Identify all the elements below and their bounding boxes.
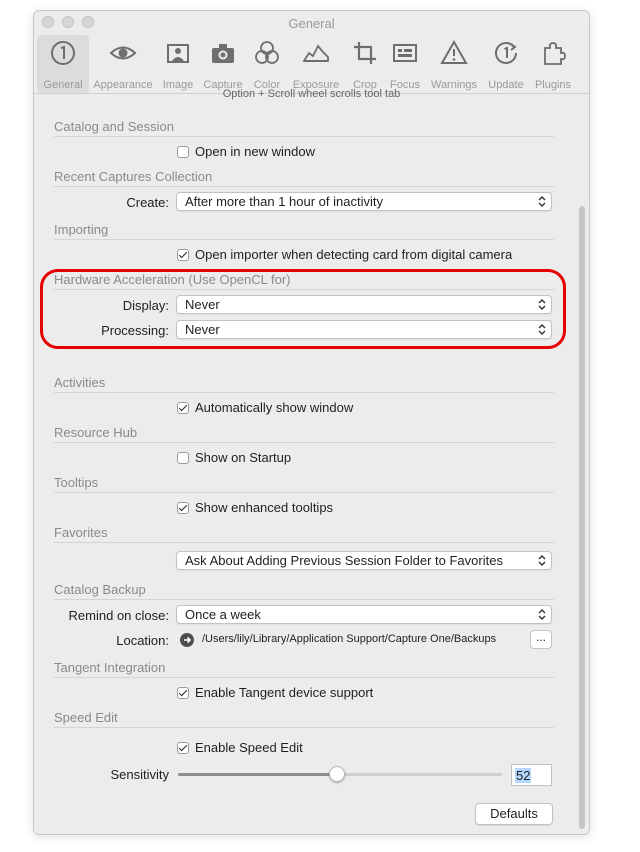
open-importer-checkbox[interactable]: Open importer when detecting card from d… xyxy=(177,247,512,262)
preferences-window: General General Appearance Image Capture… xyxy=(33,10,590,835)
vertical-scrollbar[interactable] xyxy=(579,206,585,829)
title-bar: General xyxy=(34,11,589,35)
checkbox-label: Automatically show window xyxy=(195,400,354,415)
checkbox-box xyxy=(177,501,189,514)
favorites-select[interactable]: Ask About Adding Previous Session Folder… xyxy=(176,551,552,570)
display-label: Display: xyxy=(122,298,169,313)
portrait-icon xyxy=(167,44,189,63)
processing-label: Processing: xyxy=(101,323,169,338)
tab-general[interactable]: General xyxy=(37,35,89,93)
update-icon xyxy=(495,42,517,64)
section-resource-hub: Resource Hub xyxy=(54,425,554,443)
tangent-support-checkbox[interactable]: Enable Tangent device support xyxy=(177,685,373,700)
enable-speed-edit-checkbox[interactable]: Enable Speed Edit xyxy=(177,740,303,755)
tab-plugins[interactable]: Plugins xyxy=(527,35,579,93)
eye-icon xyxy=(109,46,137,60)
enhanced-tooltips-checkbox[interactable]: Show enhanced tooltips xyxy=(177,500,333,515)
location-label: Location: xyxy=(116,633,169,648)
section-recent-captures: Recent Captures Collection xyxy=(54,169,554,187)
checkbox-label: Enable Speed Edit xyxy=(195,740,303,755)
sensitivity-slider-fill xyxy=(178,773,337,776)
chevron-up-down-icon xyxy=(538,196,546,207)
preferences-toolbar: General Appearance Image Capture Color E… xyxy=(34,35,589,94)
chevron-up-down-icon xyxy=(538,324,546,335)
preferences-content: Option + Scroll wheel scrolls tool tab C… xyxy=(34,89,589,834)
defaults-button[interactable]: Defaults xyxy=(475,803,553,825)
checkbox-label: Open importer when detecting card from d… xyxy=(195,247,513,262)
display-select[interactable]: Never xyxy=(176,295,552,314)
backup-location-path: /Users/lily/Library/Application Support/… xyxy=(202,633,497,645)
checkbox-box xyxy=(177,686,189,699)
sensitivity-value-field[interactable]: 52 xyxy=(511,764,552,786)
reveal-arrow-icon[interactable] xyxy=(180,633,194,647)
section-tooltips: Tooltips xyxy=(54,475,554,493)
select-value: Ask About Adding Previous Session Folder… xyxy=(185,553,503,568)
chevron-up-down-icon xyxy=(538,299,546,310)
select-value: Never xyxy=(185,322,220,337)
sensitivity-value: 52 xyxy=(515,768,532,783)
section-tangent-integration: Tangent Integration xyxy=(54,660,554,678)
section-catalog-session: Catalog and Session xyxy=(54,119,554,137)
create-select[interactable]: After more than 1 hour of inactivity xyxy=(176,192,552,211)
section-activities: Activities xyxy=(54,375,554,393)
tab-warnings[interactable]: Warnings xyxy=(428,35,480,93)
remind-on-close-select[interactable]: Once a week xyxy=(176,605,552,624)
focus-grid-icon xyxy=(393,44,417,62)
camera-icon xyxy=(212,44,234,63)
select-value: After more than 1 hour of inactivity xyxy=(185,194,383,209)
puzzle-piece-icon xyxy=(544,42,566,65)
checkbox-box xyxy=(177,401,189,414)
number-one-circle-icon xyxy=(51,41,75,65)
warning-triangle-icon xyxy=(440,39,468,64)
checkbox-label: Show on Startup xyxy=(195,450,292,465)
auto-show-window-checkbox[interactable]: Automatically show window xyxy=(177,400,353,415)
remind-on-close-label: Remind on close: xyxy=(68,608,169,623)
scroll-hint-text: Option + Scroll wheel scrolls tool tab xyxy=(222,89,401,100)
section-importing: Importing xyxy=(54,222,554,240)
section-favorites: Favorites xyxy=(54,525,554,543)
checkbox-label: Enable Tangent device support xyxy=(195,685,374,700)
checkbox-label: Show enhanced tooltips xyxy=(195,500,334,515)
histogram-icon xyxy=(302,44,329,62)
section-catalog-backup: Catalog Backup xyxy=(54,582,554,600)
checkbox-box xyxy=(177,741,189,754)
color-circles-icon xyxy=(255,41,279,64)
checkbox-box xyxy=(177,248,189,261)
show-on-startup-checkbox[interactable]: Show on Startup xyxy=(177,450,291,465)
chevron-up-down-icon xyxy=(538,609,546,620)
select-value: Once a week xyxy=(185,607,261,622)
window-title: General xyxy=(288,16,335,31)
section-hardware-acceleration: Hardware Acceleration (Use OpenCL for) xyxy=(54,272,554,290)
sensitivity-slider-thumb[interactable] xyxy=(329,766,345,782)
crop-icon xyxy=(354,42,376,64)
select-value: Never xyxy=(185,297,220,312)
browse-location-button[interactable]: ... xyxy=(530,630,552,649)
create-label: Create: xyxy=(126,195,169,210)
sensitivity-label: Sensitivity xyxy=(110,767,169,782)
chevron-up-down-icon xyxy=(538,555,546,566)
section-speed-edit: Speed Edit xyxy=(54,710,554,728)
tab-appearance[interactable]: Appearance xyxy=(93,35,153,93)
processing-select[interactable]: Never xyxy=(176,320,552,339)
checkbox-box xyxy=(177,145,189,158)
checkbox-label: Open in new window xyxy=(195,144,315,159)
checkbox-box xyxy=(177,451,189,464)
open-new-window-checkbox[interactable]: Open in new window xyxy=(177,144,315,159)
